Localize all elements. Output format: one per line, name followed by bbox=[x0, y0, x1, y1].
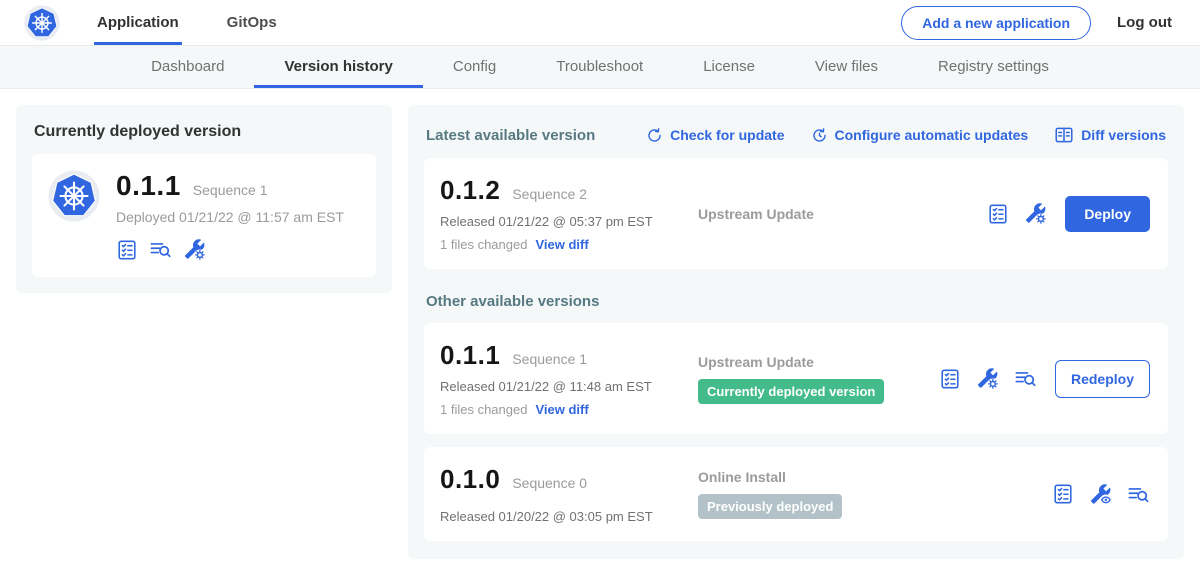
edit-config-icon[interactable] bbox=[183, 238, 206, 261]
version-history-panel: Latest available version Check for updat… bbox=[408, 105, 1184, 559]
sequence-label: Sequence 0 bbox=[512, 475, 587, 491]
refresh-icon bbox=[646, 127, 663, 144]
app-logo bbox=[24, 0, 60, 45]
main-content: Currently deployed version 0.1.1 Sequenc… bbox=[0, 89, 1200, 575]
previously-deployed-badge: Previously deployed bbox=[698, 494, 842, 519]
logout-link[interactable]: Log out bbox=[1117, 14, 1172, 31]
deployed-version-card: 0.1.1 Sequence 1 Deployed 01/21/22 @ 11:… bbox=[32, 154, 376, 277]
subtab-registry-settings[interactable]: Registry settings bbox=[908, 46, 1079, 88]
panel-actions: Check for update Configure automatic upd… bbox=[646, 125, 1166, 145]
deployed-timestamp: Deployed 01/21/22 @ 11:57 am EST bbox=[116, 209, 344, 225]
header-right: Add a new application Log out bbox=[901, 0, 1172, 45]
deploy-logs-icon[interactable] bbox=[149, 238, 172, 261]
latest-available-title: Latest available version bbox=[426, 127, 595, 144]
deployed-sequence-label: Sequence 1 bbox=[193, 182, 268, 198]
subtab-config[interactable]: Config bbox=[423, 46, 526, 88]
version-source-label: Online Install bbox=[698, 469, 1052, 485]
released-timestamp: Released 01/20/22 @ 03:05 pm EST bbox=[440, 509, 698, 524]
version-row: 0.1.0 Sequence 0 Released 01/20/22 @ 03:… bbox=[424, 447, 1168, 541]
release-notes-icon[interactable] bbox=[939, 368, 961, 390]
released-timestamp: Released 01/21/22 @ 11:48 am EST bbox=[440, 379, 698, 394]
view-diff-link[interactable]: View diff bbox=[535, 402, 588, 417]
configure-automatic-updates-link[interactable]: Configure automatic updates bbox=[811, 127, 1029, 144]
deployed-version-number: 0.1.1 bbox=[116, 170, 181, 202]
currently-deployed-card: Currently deployed version 0.1.1 Sequenc… bbox=[16, 105, 392, 293]
diff-icon bbox=[1054, 125, 1074, 145]
add-application-button[interactable]: Add a new application bbox=[901, 6, 1091, 40]
sequence-label: Sequence 1 bbox=[512, 351, 587, 367]
deployed-card-title: Currently deployed version bbox=[34, 123, 376, 141]
app-subnav: Dashboard Version history Config Trouble… bbox=[0, 46, 1200, 89]
view-config-icon[interactable] bbox=[1089, 483, 1112, 506]
kubernetes-logo-icon bbox=[24, 5, 60, 41]
tab-gitops[interactable]: GitOps bbox=[224, 0, 280, 45]
subtab-dashboard[interactable]: Dashboard bbox=[121, 46, 254, 88]
subtab-version-history[interactable]: Version history bbox=[254, 46, 422, 88]
version-source-label: Upstream Update bbox=[698, 206, 987, 222]
diff-versions-link[interactable]: Diff versions bbox=[1054, 125, 1166, 145]
header-tabs: Application GitOps bbox=[94, 0, 322, 45]
subtab-view-files[interactable]: View files bbox=[785, 46, 908, 88]
check-for-update-link[interactable]: Check for update bbox=[646, 127, 784, 144]
deploy-logs-icon[interactable] bbox=[1127, 483, 1150, 506]
version-number: 0.1.1 bbox=[440, 340, 500, 371]
other-versions-title: Other available versions bbox=[426, 293, 1166, 310]
version-number: 0.1.0 bbox=[440, 464, 500, 495]
diff-versions-label: Diff versions bbox=[1081, 127, 1166, 143]
kubernetes-app-icon bbox=[48, 170, 100, 261]
version-row: 0.1.1 Sequence 1 Released 01/21/22 @ 11:… bbox=[424, 323, 1168, 434]
subtab-troubleshoot[interactable]: Troubleshoot bbox=[526, 46, 673, 88]
release-notes-icon[interactable] bbox=[116, 239, 138, 261]
release-notes-icon[interactable] bbox=[987, 203, 1009, 225]
version-row: 0.1.2 Sequence 2 Released 01/21/22 @ 05:… bbox=[424, 158, 1168, 269]
app-header: Application GitOps Add a new application… bbox=[0, 0, 1200, 46]
release-notes-icon[interactable] bbox=[1052, 483, 1074, 505]
redeploy-button[interactable]: Redeploy bbox=[1055, 360, 1150, 398]
edit-config-icon[interactable] bbox=[976, 367, 999, 390]
deploy-button[interactable]: Deploy bbox=[1065, 196, 1150, 232]
version-source-label: Upstream Update bbox=[698, 354, 939, 370]
deploy-logs-icon[interactable] bbox=[1014, 367, 1037, 390]
schedule-refresh-icon bbox=[811, 127, 828, 144]
check-for-update-label: Check for update bbox=[670, 127, 784, 143]
edit-config-icon[interactable] bbox=[1024, 202, 1047, 225]
tab-application[interactable]: Application bbox=[94, 0, 182, 45]
files-changed-label: 1 files changed bbox=[440, 402, 527, 417]
files-changed-label: 1 files changed bbox=[440, 237, 527, 252]
currently-deployed-badge: Currently deployed version bbox=[698, 379, 884, 404]
view-diff-link[interactable]: View diff bbox=[535, 237, 588, 252]
subtab-license[interactable]: License bbox=[673, 46, 785, 88]
configure-automatic-updates-label: Configure automatic updates bbox=[835, 127, 1029, 143]
released-timestamp: Released 01/21/22 @ 05:37 pm EST bbox=[440, 214, 698, 229]
sequence-label: Sequence 2 bbox=[512, 186, 587, 202]
version-number: 0.1.2 bbox=[440, 175, 500, 206]
